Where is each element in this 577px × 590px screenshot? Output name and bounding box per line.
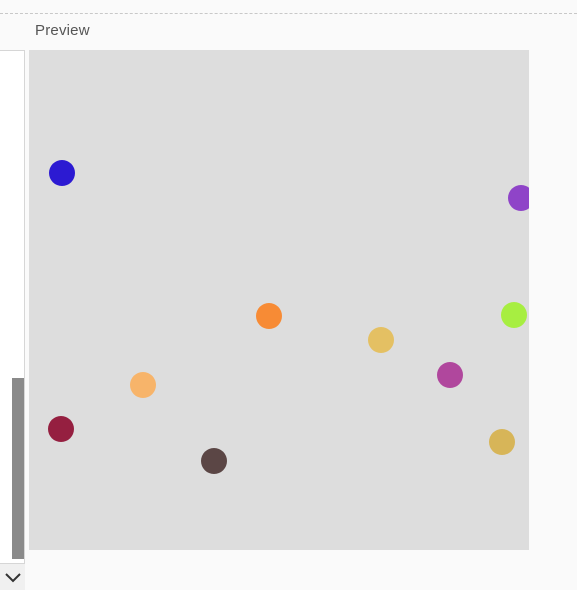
left-panel-border	[0, 50, 25, 51]
dot-10	[489, 429, 515, 455]
dot-9	[201, 448, 227, 474]
chevron-down-icon	[4, 573, 21, 583]
dot-8	[48, 416, 74, 442]
scrollbar-thumb[interactable]	[12, 378, 24, 559]
dot-4	[368, 327, 394, 353]
preview-title: Preview	[35, 22, 90, 39]
dot-3	[256, 303, 282, 329]
dot-5	[501, 302, 527, 328]
preview-page: Preview	[0, 0, 577, 590]
scroll-down-button[interactable]	[0, 563, 25, 590]
dot-1	[49, 160, 75, 186]
dot-7	[437, 362, 463, 388]
preview-canvas[interactable]	[29, 50, 529, 550]
dot-2	[508, 185, 529, 211]
top-divider	[0, 13, 577, 14]
dot-6	[130, 372, 156, 398]
